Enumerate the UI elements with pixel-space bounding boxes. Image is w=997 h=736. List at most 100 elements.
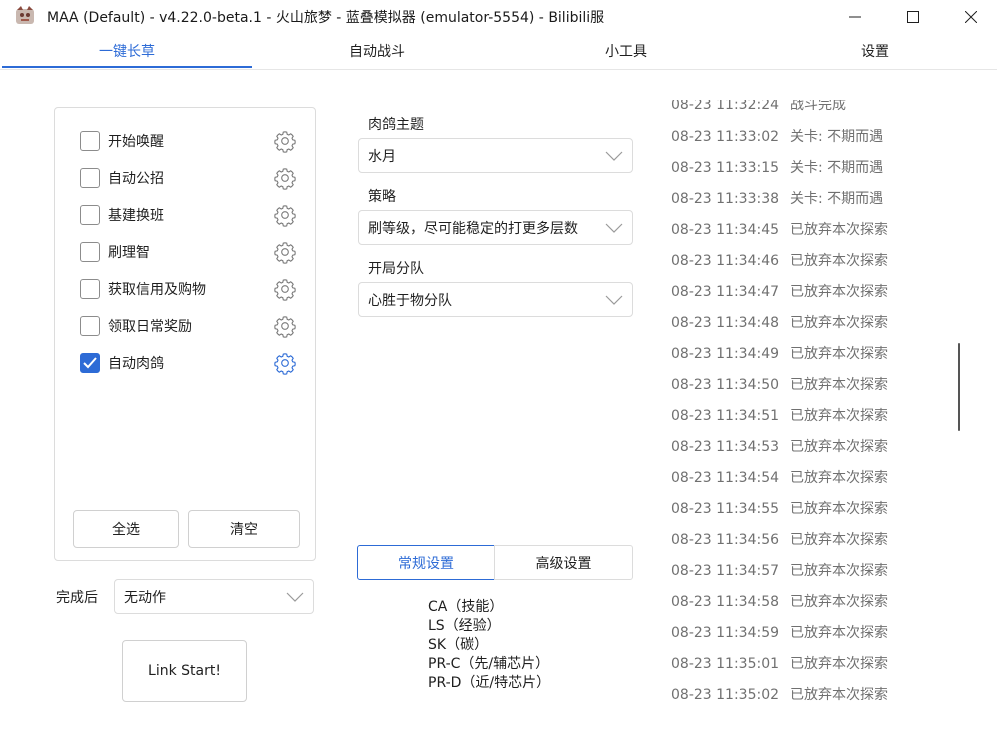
log-entry: 08-23 11:35:02 已放弃本次探索: [671, 684, 888, 704]
task-checkbox[interactable]: [80, 279, 100, 299]
log-time: 08-23 11:32:24: [671, 100, 780, 113]
theme-select[interactable]: 水月: [358, 138, 633, 173]
log-time: 08-23 11:33:38: [671, 191, 780, 207]
tab-general-settings[interactable]: 常规设置: [357, 545, 495, 580]
app-logo-icon: [16, 6, 34, 24]
task-label: 自动肉鸽: [108, 356, 164, 372]
log-message: 已放弃本次探索: [790, 470, 888, 486]
squad-value: 心胜于物分队: [368, 292, 452, 309]
task-item-credit-shop: 获取信用及购物: [80, 276, 310, 302]
log-entry: 08-23 11:34:59 已放弃本次探索: [671, 622, 888, 642]
minimize-button[interactable]: [826, 0, 884, 33]
log-message: 已放弃本次探索: [790, 594, 888, 610]
squad-select[interactable]: 心胜于物分队: [358, 282, 633, 317]
gear-icon[interactable]: [273, 277, 297, 301]
task-item-daily-rewards: 领取日常奖励: [80, 313, 310, 339]
task-item-farm-sanity: 刷理智: [80, 239, 310, 265]
tab-tools[interactable]: 小工具: [502, 33, 750, 69]
log-message: 已放弃本次探索: [790, 408, 888, 424]
role-line: CA（技能）: [428, 599, 504, 615]
log-entry: 08-23 11:34:54 已放弃本次探索: [671, 467, 888, 487]
select-all-button[interactable]: 全选: [73, 510, 179, 548]
main-tab-bar: 一键长草 自动战斗 小工具 设置: [0, 33, 997, 70]
task-item-auto-roguelike: 自动肉鸽: [80, 350, 310, 376]
log-entry: 08-23 11:32:24 战斗完成: [671, 100, 846, 114]
task-checkbox[interactable]: [80, 242, 100, 262]
after-complete-label: 完成后: [56, 590, 98, 606]
theme-label: 肉鸽主题: [368, 117, 424, 133]
tab-auto-battle[interactable]: 自动战斗: [252, 33, 502, 69]
task-checkbox[interactable]: [80, 205, 100, 225]
gear-icon[interactable]: [273, 240, 297, 264]
log-time: 08-23 11:34:59: [671, 625, 780, 641]
task-label: 获取信用及购物: [108, 282, 206, 298]
task-checkbox[interactable]: [80, 353, 100, 373]
log-entry: 08-23 11:34:51 已放弃本次探索: [671, 405, 888, 425]
maximize-button[interactable]: [884, 0, 942, 33]
after-complete-value: 无动作: [124, 589, 166, 606]
log-message: 已放弃本次探索: [790, 284, 888, 300]
title-bar: MAA (Default) - v4.22.0-beta.1 - 火山旅梦 - …: [0, 0, 997, 33]
log-time: 08-23 11:34:48: [671, 315, 780, 331]
log-scrollbar[interactable]: [958, 343, 960, 431]
close-button[interactable]: [942, 0, 997, 33]
log-time: 08-23 11:34:53: [671, 439, 780, 455]
log-message: 已放弃本次探索: [790, 501, 888, 517]
tab-settings[interactable]: 设置: [750, 33, 997, 69]
task-label: 开始唤醒: [108, 134, 164, 150]
log-time: 08-23 11:34:58: [671, 594, 780, 610]
role-line: PR-C（先/辅芯片）: [428, 656, 550, 672]
link-start-button[interactable]: Link Start!: [122, 640, 247, 702]
log-message: 已放弃本次探索: [790, 532, 888, 548]
log-entry: 08-23 11:34:46 已放弃本次探索: [671, 250, 888, 270]
log-time: 08-23 11:34:54: [671, 470, 780, 486]
strategy-select[interactable]: 刷等级，尽可能稳定的打更多层数: [358, 210, 633, 245]
task-checkbox[interactable]: [80, 316, 100, 336]
log-entry: 08-23 11:34:56 已放弃本次探索: [671, 529, 888, 549]
log-time: 08-23 11:34:56: [671, 532, 780, 548]
log-time: 08-23 11:35:02: [671, 687, 780, 703]
maximize-icon: [907, 10, 919, 23]
task-checkbox[interactable]: [80, 168, 100, 188]
log-message: 关卡: 不期而遇: [790, 129, 884, 145]
checkmark-icon: [83, 357, 97, 369]
log-time: 08-23 11:34:55: [671, 501, 780, 517]
gear-icon[interactable]: [273, 129, 297, 153]
log-message: 已放弃本次探索: [790, 439, 888, 455]
log-message: 关卡: 不期而遇: [790, 191, 884, 207]
log-entry: 08-23 11:34:53 已放弃本次探索: [671, 436, 888, 456]
active-tab-indicator: [2, 66, 252, 68]
log-time: 08-23 11:33:02: [671, 129, 780, 145]
log-message: 已放弃本次探索: [790, 563, 888, 579]
task-checkbox[interactable]: [80, 131, 100, 151]
log-entry: 08-23 11:34:48 已放弃本次探索: [671, 312, 888, 332]
task-label: 基建换班: [108, 208, 164, 224]
log-entry: 08-23 11:35:01 已放弃本次探索: [671, 653, 888, 673]
role-line: LS（经验）: [428, 618, 501, 634]
log-time: 08-23 11:34:46: [671, 253, 780, 269]
log-message: 已放弃本次探索: [790, 253, 888, 269]
strategy-value: 刷等级，尽可能稳定的打更多层数: [368, 220, 578, 237]
gear-icon[interactable]: [273, 166, 297, 190]
gear-icon[interactable]: [273, 351, 297, 375]
window-title: MAA (Default) - v4.22.0-beta.1 - 火山旅梦 - …: [47, 10, 605, 26]
gear-icon[interactable]: [273, 203, 297, 227]
log-entry: 08-23 11:33:38 关卡: 不期而遇: [671, 188, 883, 208]
log-message: 战斗完成: [790, 100, 846, 113]
log-entry: 08-23 11:33:02 关卡: 不期而遇: [671, 126, 883, 146]
log-entry: 08-23 11:34:57 已放弃本次探索: [671, 560, 888, 580]
tab-one-click-farming[interactable]: 一键长草: [2, 33, 252, 69]
task-item-start-wakeup: 开始唤醒: [80, 128, 310, 154]
tab-advanced-settings[interactable]: 高级设置: [494, 545, 633, 580]
task-label: 领取日常奖励: [108, 319, 192, 335]
log-entry: 08-23 11:34:49 已放弃本次探索: [671, 343, 888, 363]
clear-button[interactable]: 清空: [188, 510, 300, 548]
after-complete-select[interactable]: 无动作: [114, 579, 314, 614]
chevron-down-icon: [605, 151, 623, 161]
chevron-down-icon: [605, 223, 623, 233]
log-time: 08-23 11:34:47: [671, 284, 780, 300]
gear-icon[interactable]: [273, 314, 297, 338]
log-panel[interactable]: 08-23 11:32:24 战斗完成 08-23 11:33:02 关卡: 不期而…: [664, 100, 954, 720]
log-entry: 08-23 11:34:55 已放弃本次探索: [671, 498, 888, 518]
log-message: 已放弃本次探索: [790, 222, 888, 238]
